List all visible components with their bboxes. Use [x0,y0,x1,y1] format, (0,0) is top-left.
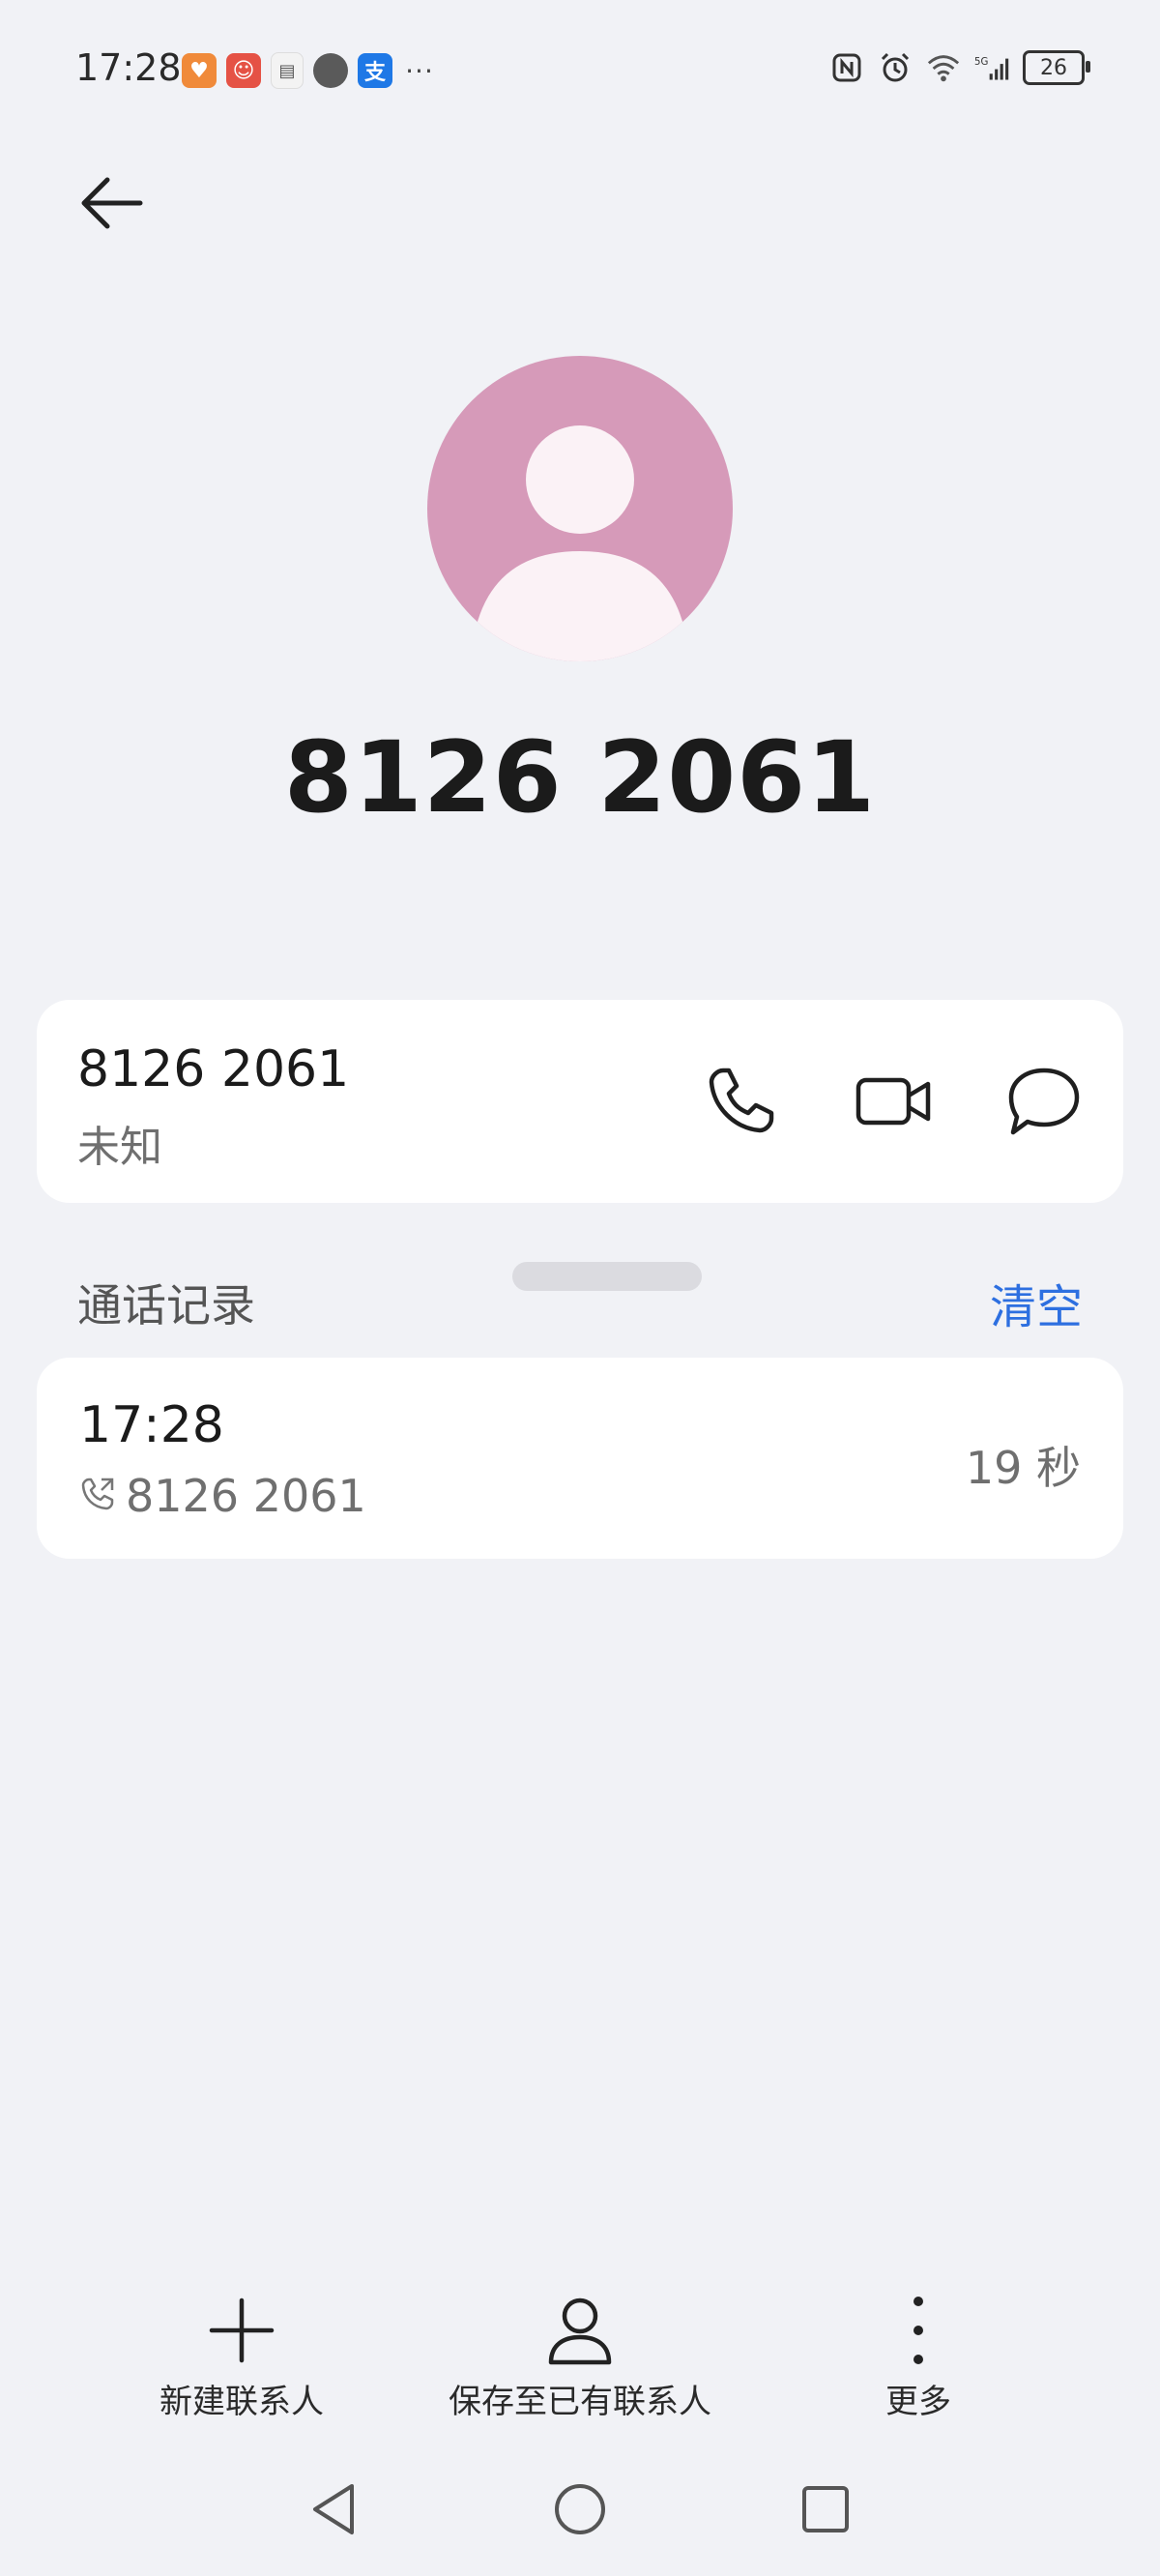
alipay-icon: 支 [358,53,392,88]
call-duration: 19 秒 [965,1442,1081,1494]
more-button[interactable]: 更多 [822,2292,1015,2422]
status-time: 17:28 [75,46,182,89]
person-placeholder-icon [476,425,684,661]
call-number: 8126 2061 [126,1470,366,1522]
notification-icons: ♥ ☺ ▤ 支 ··· [182,52,437,89]
status-indicators: 5G 26 [829,50,1090,85]
app-notification-icon: ▤ [271,52,304,89]
circle-home-icon [555,2484,605,2534]
nav-recents-button[interactable] [787,2471,864,2548]
watermark [512,1262,702,1291]
svg-text:5G: 5G [974,57,988,68]
contact-detail-screen: 17:28 ♥ ☺ ▤ 支 ··· 5G 26 8126 2061 8126 2… [0,0,1160,2576]
back-button[interactable] [68,160,155,247]
call-log-entry[interactable]: 17:28 8126 2061 19 秒 [37,1358,1123,1559]
battery-level: 26 [1040,55,1067,80]
nav-back-button[interactable] [296,2471,373,2548]
signal-5g-icon: 5G [974,50,1009,85]
plus-icon [203,2292,280,2369]
arrow-left-icon [81,177,143,229]
more-label: 更多 [885,2383,951,2421]
person-icon [541,2292,619,2369]
call-button[interactable] [700,1061,781,1142]
number-card: 8126 2061 未知 [37,1000,1123,1203]
square-recents-icon [802,2486,849,2532]
battery-icon: 26 [1023,50,1090,85]
avatar [427,356,733,661]
more-vertical-icon [880,2292,957,2369]
new-contact-label: 新建联系人 [160,2383,324,2421]
chat-bubble-icon [1008,1068,1080,1135]
call-time: 17:28 [79,1396,224,1454]
alarm-icon [878,50,913,85]
wifi-icon [926,50,961,85]
more-notifications-icon: ··· [405,54,434,87]
clear-button[interactable]: 清空 [990,1269,1083,1336]
app-notification-icon: ☺ [226,53,261,88]
save-to-existing-button[interactable]: 保存至已有联系人 [435,2292,725,2422]
new-contact-button[interactable]: 新建联系人 [145,2292,338,2422]
message-button[interactable] [1003,1061,1085,1142]
triangle-back-icon [313,2484,354,2534]
outgoing-call-icon [79,1476,116,1512]
app-notification-icon: ♥ [182,53,217,88]
phone-icon [709,1068,774,1133]
video-camera-icon [856,1077,931,1126]
phone-number: 8126 2061 [77,1040,350,1098]
call-log-header: 通话记录 [77,1279,255,1332]
status-bar: 17:28 ♥ ☺ ▤ 支 ··· 5G 26 [0,0,1160,145]
nav-home-button[interactable] [541,2471,619,2548]
number-label: 未知 [77,1123,162,1172]
video-call-button[interactable] [853,1061,934,1142]
system-navigation-bar [0,2471,1160,2558]
save-to-existing-label: 保存至已有联系人 [449,2383,711,2421]
bottom-action-bar: 新建联系人 保存至已有联系人 更多 [0,2292,1160,2437]
message-icon [313,53,348,88]
nfc-icon [829,50,864,85]
contact-title: 8126 2061 [283,720,877,835]
